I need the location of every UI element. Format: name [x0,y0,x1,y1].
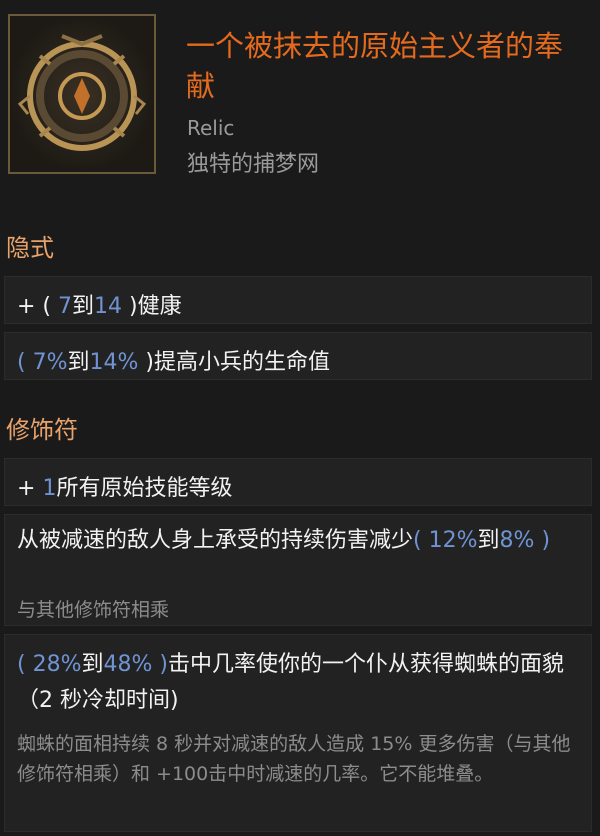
modifier-dot-reduction-note: 与其他修饰符相乘 [17,599,170,621]
item-title: 一个被抹去的原始主义者的奉献 [186,29,564,103]
implicit-health-text: + ( 7到14 )健康 [17,294,182,319]
dreamcatcher-icon [10,16,154,172]
item-type: Relic [187,116,235,140]
modifier-spider-aspect-note: 蜘蛛的面相持续 8 秒并对减速的敌人造成 15% 更多伤害（与其他修饰符相乘）和… [17,733,571,785]
item-header: 一个被抹去的原始主义者的奉献 Relic 独特的捕梦网 [0,0,600,200]
item-subtype: 独特的捕梦网 [187,152,320,177]
modifier-dot-reduction-text: 从被减速的敌人身上承受的持续伤害减少( 12%到8% ) [17,528,551,553]
implicit-row-health: + ( 7到14 )健康 [4,276,592,324]
modifiers-heading: 修饰符 [6,416,78,444]
modifier-spider-aspect-text: ( 28%到48% )击中几率使你的一个仆从获得蜘蛛的面貌（2 秒冷却时间) [17,652,565,713]
modifier-row-spider-aspect: ( 28%到48% )击中几率使你的一个仆从获得蜘蛛的面貌（2 秒冷却时间) 蜘… [4,634,592,832]
implicit-heading: 隐式 [6,234,54,262]
modifier-row-dot-reduction: 从被减速的敌人身上承受的持续伤害减少( 12%到8% ) 与其他修饰符相乘 [4,514,592,626]
modifier-row-primalist-skills: + 1所有原始技能等级 [4,458,592,506]
implicit-minion-health-text: ( 7%到14% )提高小兵的生命值 [17,350,331,375]
item-icon-frame [8,14,156,174]
modifier-primalist-skills-text: + 1所有原始技能等级 [17,476,233,501]
implicit-row-minion-health: ( 7%到14% )提高小兵的生命值 [4,332,592,380]
